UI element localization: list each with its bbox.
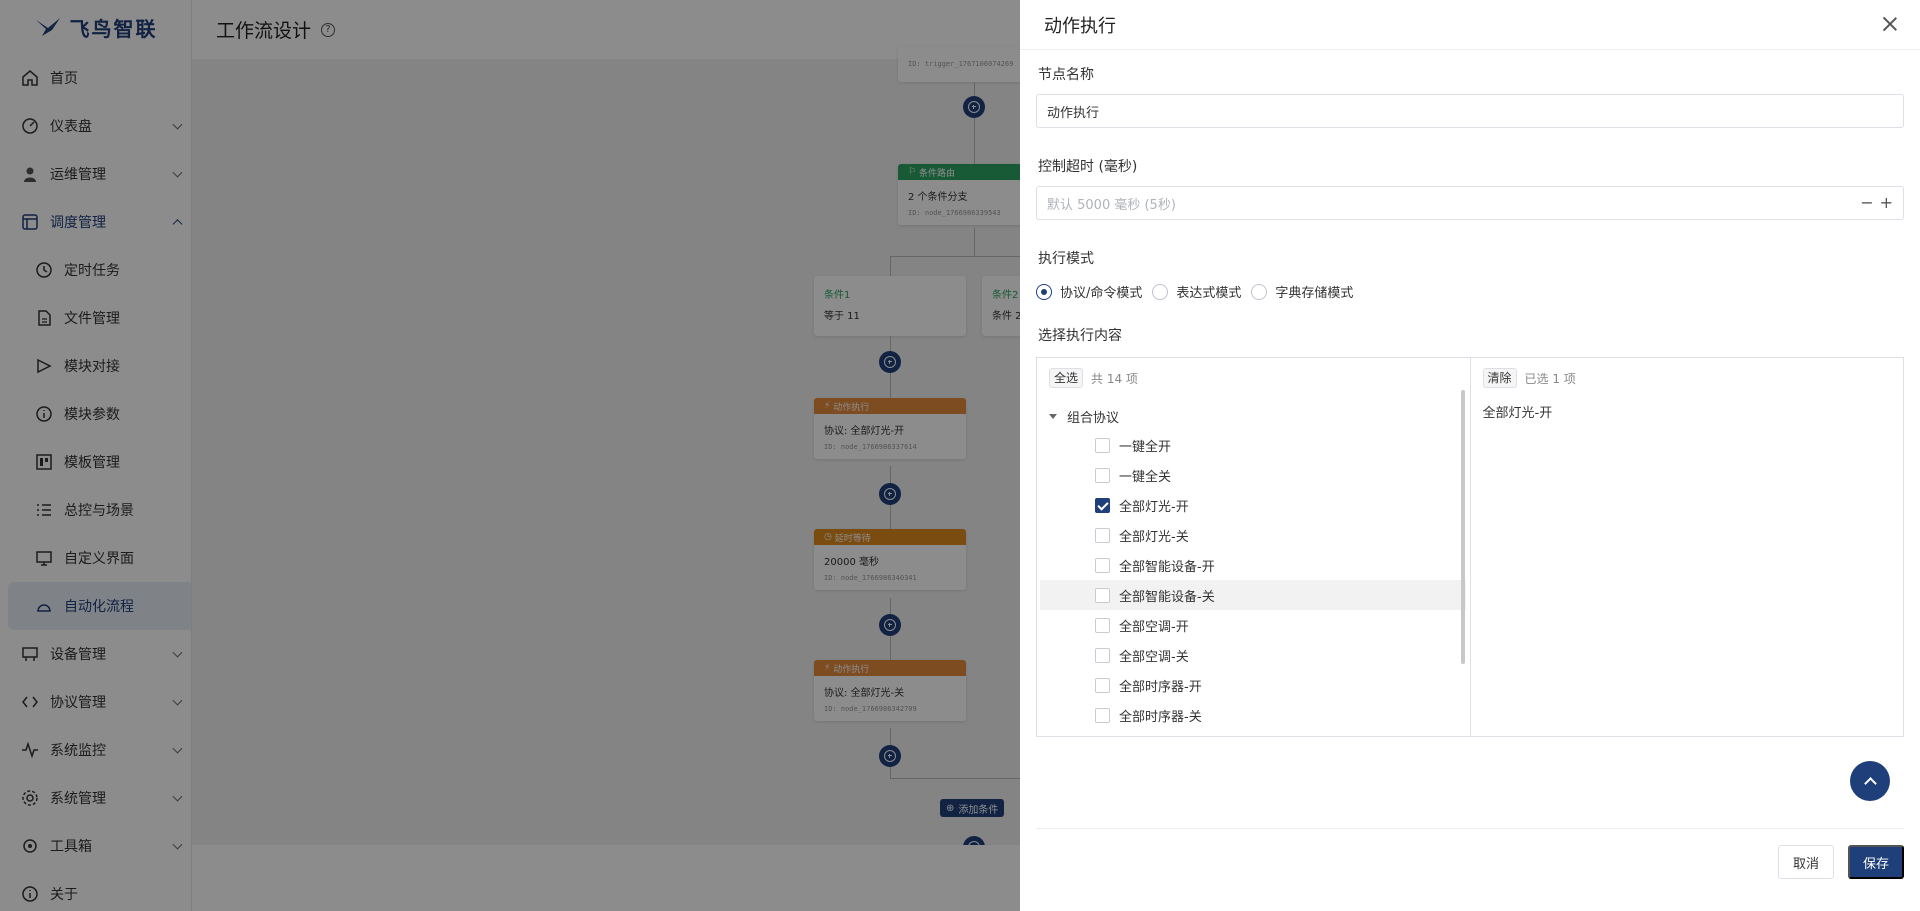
checkbox[interactable] <box>1095 557 1110 573</box>
drawer-title: 动作执行 <box>1044 15 1116 37</box>
radio-dot <box>1036 283 1052 300</box>
checkbox[interactable] <box>1095 707 1110 723</box>
checkbox[interactable] <box>1095 647 1110 663</box>
minus-icon[interactable]: − <box>1860 195 1873 211</box>
radio-label: 字典存储模式 <box>1275 286 1354 301</box>
protocol-tree: 组合协议 一键全开 一键全关 全部灯光-开 全部灯光-关 全部智能设备-开 全部… <box>1037 402 1470 736</box>
tree-item[interactable]: 全部时序器-开 <box>1040 670 1466 700</box>
chevron-up-icon <box>1863 776 1877 790</box>
tree-item-label: 全部灯光-开 <box>1119 499 1189 515</box>
checkbox[interactable] <box>1095 677 1110 693</box>
radio-dict-mode[interactable]: 字典存储模式 <box>1251 282 1353 301</box>
tree-item-label: 全部时序器-关 <box>1119 709 1202 725</box>
drawer-footer: 取消 保存 <box>1036 828 1904 879</box>
tree-item-label: 全部智能设备-关 <box>1119 589 1215 605</box>
action-node-drawer: 动作执行 节点名称 动作执行 控制超时 (毫秒) 默认 5000 毫秒 (5秒)… <box>1020 0 1920 911</box>
select-all-button[interactable]: 全选 <box>1049 368 1084 388</box>
tree-item[interactable]: 一键全关 <box>1040 460 1466 490</box>
checkbox[interactable] <box>1095 437 1110 453</box>
tree-item-label: 全部空调-开 <box>1119 619 1189 635</box>
tree-item-label: 一键全开 <box>1119 439 1172 455</box>
tree-item-label: 一键全关 <box>1119 469 1172 485</box>
checkbox[interactable] <box>1095 587 1110 603</box>
radio-expression-mode[interactable]: 表达式模式 <box>1152 282 1241 301</box>
tree-item-label: 全部灯光-关 <box>1119 529 1189 545</box>
radio-dot <box>1152 283 1169 300</box>
timeout-input[interactable]: 默认 5000 毫秒 (5秒) − + <box>1036 186 1904 220</box>
tree-group[interactable]: 组合协议 <box>1037 402 1470 430</box>
radio-protocol-mode[interactable]: 协议/命令模式 <box>1036 282 1142 301</box>
tree-item[interactable]: 全部智能设备-关 <box>1040 580 1466 610</box>
back-to-top-button[interactable] <box>1850 761 1890 801</box>
checkbox-checked[interactable] <box>1095 497 1110 513</box>
transfer-source-header: 全选 共 14 项 <box>1037 358 1470 398</box>
tree-item-label: 全部空调-关 <box>1119 649 1189 665</box>
tree-item[interactable]: 全部空调-开 <box>1040 610 1466 640</box>
tree-item-label: 全部时序器-开 <box>1119 679 1202 695</box>
tree-item[interactable]: 全部灯光-开 <box>1040 490 1466 520</box>
radio-dot <box>1251 283 1268 300</box>
transfer-target-header: 清除 已选 1 项 <box>1471 358 1904 398</box>
transfer-target-panel: 清除 已选 1 项 全部灯光-开 <box>1471 358 1904 736</box>
node-name-label: 节点名称 <box>1038 67 1094 83</box>
clear-button[interactable]: 清除 <box>1482 368 1517 388</box>
radio-label: 表达式模式 <box>1176 286 1242 301</box>
timeout-group: 控制超时 (毫秒) 默认 5000 毫秒 (5秒) − + <box>1036 156 1904 220</box>
radio-label: 协议/命令模式 <box>1060 286 1143 301</box>
plus-icon[interactable]: + <box>1880 195 1893 211</box>
cancel-button[interactable]: 取消 <box>1778 845 1834 879</box>
tree-item[interactable]: 全部时序器-关 <box>1040 700 1466 730</box>
node-name-group: 节点名称 动作执行 <box>1036 64 1904 128</box>
timeout-stepper: − + <box>1860 195 1893 211</box>
checkbox[interactable] <box>1095 467 1110 483</box>
transfer-source-panel: 全选 共 14 项 组合协议 一键全开 一键全关 全部灯光-开 全部灯光-关 全… <box>1037 358 1471 736</box>
drawer-header: 动作执行 <box>1020 0 1920 50</box>
node-form: 节点名称 动作执行 控制超时 (毫秒) 默认 5000 毫秒 (5秒) − + … <box>1020 50 1920 737</box>
tree-item[interactable]: 全部智能设备-开 <box>1040 550 1466 580</box>
tree-item[interactable]: 一键全开 <box>1040 430 1466 460</box>
content-group: 选择执行内容 全选 共 14 项 组合协议 一键全开 一键全关 全部灯光-开 全… <box>1036 325 1904 737</box>
timeout-label: 控制超时 (毫秒) <box>1038 159 1138 175</box>
content-label: 选择执行内容 <box>1038 328 1122 344</box>
selected-count: 已选 1 项 <box>1524 371 1576 386</box>
mode-radio-group: 协议/命令模式 表达式模式 字典存储模式 <box>1036 282 1904 301</box>
checkbox[interactable] <box>1095 527 1110 543</box>
tree-item[interactable]: 全部灯光-关 <box>1040 520 1466 550</box>
close-icon[interactable] <box>1882 16 1898 32</box>
tree-group-label: 组合协议 <box>1067 410 1120 426</box>
checkbox[interactable] <box>1095 617 1110 633</box>
mode-label: 执行模式 <box>1038 251 1094 267</box>
total-count: 共 14 项 <box>1091 371 1138 386</box>
node-name-input[interactable]: 动作执行 <box>1036 94 1904 128</box>
tree-item-label: 全部智能设备-开 <box>1119 559 1215 575</box>
timeout-placeholder: 默认 5000 毫秒 (5秒) <box>1047 197 1176 213</box>
tree-item[interactable]: 全部空调-关 <box>1040 640 1466 670</box>
tree-scrollbar[interactable] <box>1461 390 1465 664</box>
caret-down-icon[interactable] <box>1049 413 1057 419</box>
mode-group: 执行模式 协议/命令模式 表达式模式 字典存储模式 <box>1036 248 1904 301</box>
save-button[interactable]: 保存 <box>1848 845 1904 879</box>
transfer-box: 全选 共 14 项 组合协议 一键全开 一键全关 全部灯光-开 全部灯光-关 全… <box>1036 357 1904 737</box>
selected-item[interactable]: 全部灯光-开 <box>1471 398 1904 425</box>
